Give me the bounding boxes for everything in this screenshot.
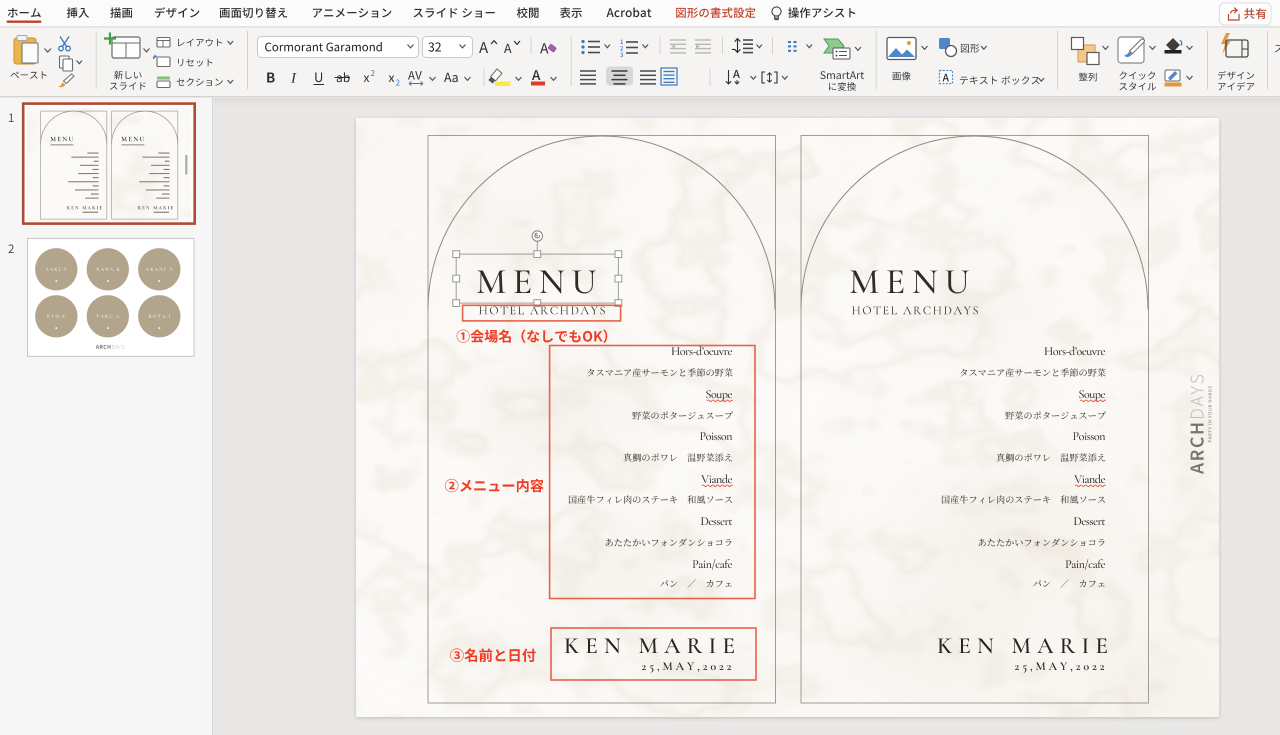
svg-text:I: I <box>290 71 297 87</box>
